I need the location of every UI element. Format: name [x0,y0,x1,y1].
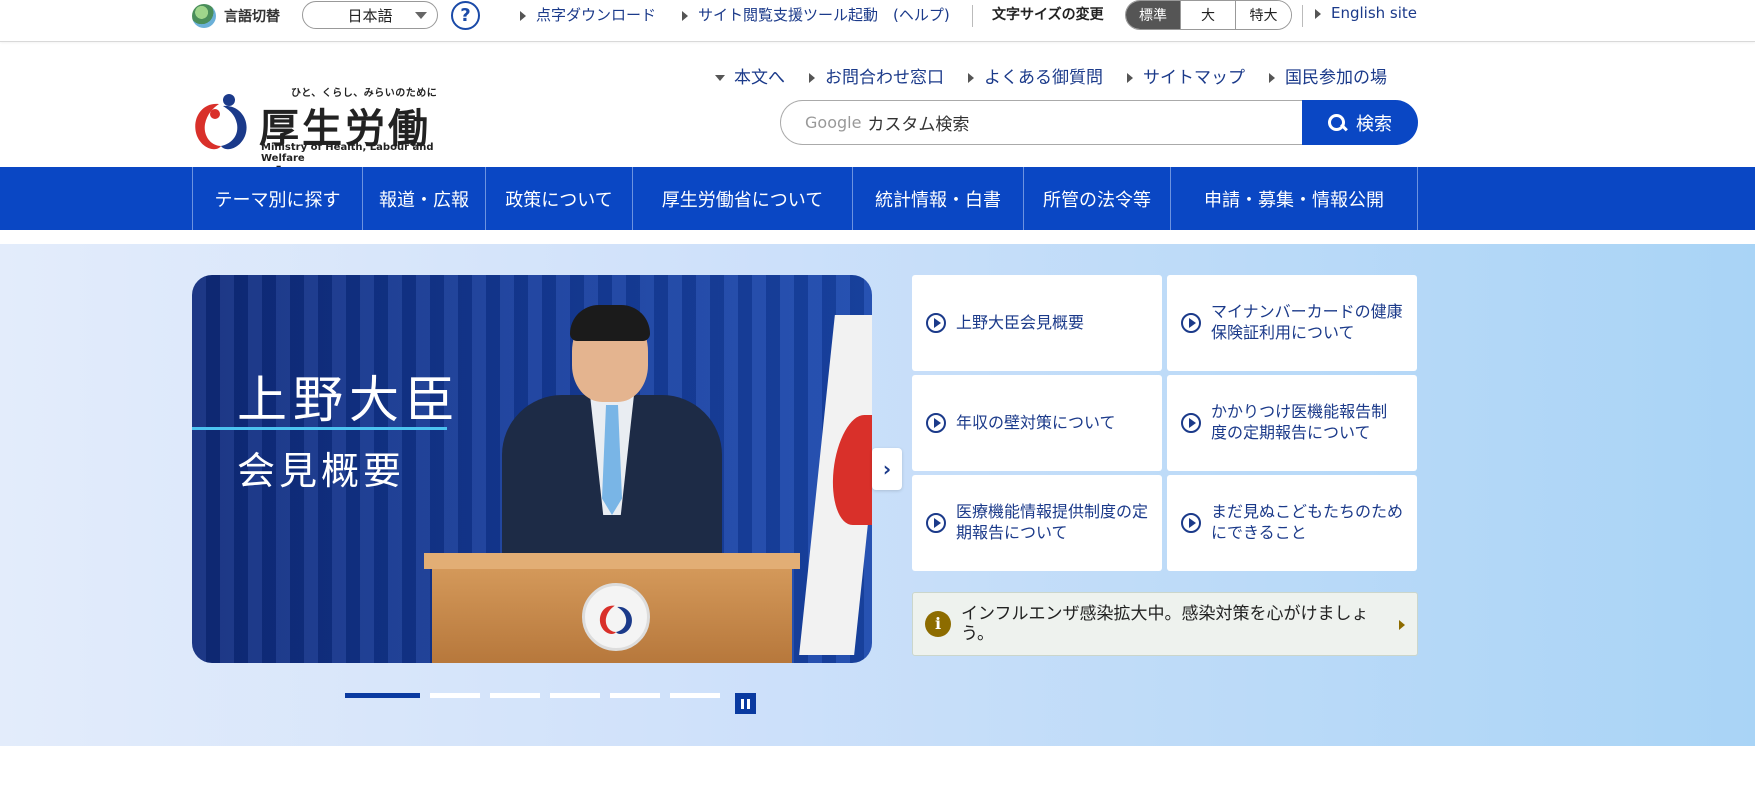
global-nav: テーマ別に探す 報道・広報 政策について 厚生労働省について 統計情報・白書 所… [0,167,1755,230]
tile-mynumber-insurance[interactable]: マイナンバーカードの健康保険証利用について [1167,275,1417,371]
text-size-standard-button[interactable]: 標準 [1126,1,1181,29]
help-button[interactable]: ? [451,1,480,30]
carousel-next-button[interactable]: › [872,448,902,490]
site-logo[interactable]: ひと、くらし、みらいのために 厚生労働省 Ministry of Health,… [191,82,451,210]
google-label: Google [805,113,862,132]
influenza-notice[interactable]: i インフルエンザ感染拡大中。感染対策を心がけましょう。 [912,592,1418,656]
search-button[interactable]: 検索 [1302,100,1418,145]
carousel-banner[interactable]: 上野大臣 会見概要 [192,275,872,663]
banner-subtitle: 会見概要 [237,449,406,493]
carousel-dot[interactable] [345,693,420,698]
mhlw-seal-icon [582,583,650,651]
triangle-right-icon [1315,8,1321,19]
carousel-indicators [345,693,720,698]
triangle-right-icon [1399,620,1405,630]
chevron-down-icon [415,12,427,19]
carousel-dot[interactable] [670,693,720,698]
faq-link[interactable]: よくある御質問 [968,63,1103,88]
chevron-right-icon: › [882,457,892,481]
globe-icon [192,4,216,28]
triangle-right-icon [809,73,815,83]
nav-item-applications[interactable]: 申請・募集・情報公開 [1171,167,1418,230]
sitemap-link[interactable]: サイトマップ [1127,63,1245,88]
triangle-right-icon [1269,73,1275,83]
language-label: 言語切替 [192,4,280,28]
feature-tiles: 上野大臣会見概要 マイナンバーカードの健康保険証利用について 年収の壁対策につい… [912,275,1418,572]
nav-item-about[interactable]: 厚生労働省について [633,167,853,230]
participation-link[interactable]: 国民参加の場 [1269,63,1387,88]
podium [424,553,800,663]
carousel-dot[interactable] [430,693,480,698]
nav-item-policy[interactable]: 政策について [486,167,633,230]
tile-income-wall[interactable]: 年収の壁対策について [912,375,1162,471]
text-size-xlarge-button[interactable]: 特大 [1236,1,1291,29]
search-form: Google カスタム検索 検索 [780,100,1418,145]
contact-link[interactable]: お問合わせ窓口 [809,63,944,88]
tile-future-children[interactable]: まだ見ぬこどもたちのためにできること [1167,475,1417,571]
pause-icon [741,698,744,709]
triangle-right-icon [968,73,974,83]
tile-family-doctor-report[interactable]: かかりつけ医機能報告制度の定期報告について [1167,375,1417,471]
header-links: 本文へ お問合わせ窓口 よくある御質問 サイトマップ 国民参加の場 [715,63,1387,88]
play-circle-icon [1181,313,1201,333]
play-circle-icon [1181,413,1201,433]
play-circle-icon [926,313,946,333]
carousel-dot[interactable] [490,693,540,698]
search-icon [1328,113,1346,132]
triangle-right-icon [1127,73,1133,83]
text-size-label: 文字サイズの変更 [992,7,1104,23]
logo-english: Ministry of Health, Labour and Welfare [261,142,434,164]
play-circle-icon [1181,513,1201,533]
carousel-dot[interactable] [550,693,600,698]
search-input[interactable]: Google カスタム検索 [780,100,1304,145]
accessibility-tool-link[interactable]: サイト閲覧支援ツール起動 (ヘルプ) [682,4,950,25]
nav-item-laws[interactable]: 所管の法令等 [1024,167,1171,230]
play-circle-icon [926,413,946,433]
divider [972,5,973,27]
triangle-right-icon [682,10,689,21]
utility-bar: 言語切替 日本語 ? 点字ダウンロード サイト閲覧支援ツール起動 (ヘルプ) 文… [0,0,1755,42]
page: 言語切替 日本語 ? 点字ダウンロード サイト閲覧支援ツール起動 (ヘルプ) 文… [0,0,1755,787]
search-placeholder: カスタム検索 [867,115,970,135]
mhlw-logo-mark-icon [195,94,247,150]
triangle-right-icon [520,10,526,21]
text-size-large-button[interactable]: 大 [1181,1,1236,29]
carousel-dot[interactable] [610,693,660,698]
carousel-pause-button[interactable] [735,693,756,714]
triangle-down-icon [715,75,725,81]
tile-minister-press[interactable]: 上野大臣会見概要 [912,275,1162,371]
text-size-switcher: 標準 大 特大 [1125,0,1292,30]
braille-download-link[interactable]: 点字ダウンロード [520,4,656,25]
tile-medical-info[interactable]: 医療機能情報提供制度の定期報告について [912,475,1162,571]
language-select[interactable]: 日本語 [302,1,438,29]
nav-item-theme[interactable]: テーマ別に探す [193,167,363,230]
info-icon: i [925,611,951,637]
banner-rule [192,427,447,430]
utility-links: 点字ダウンロード サイト閲覧支援ツール起動 (ヘルプ) [520,4,950,25]
nav-item-press[interactable]: 報道・広報 [363,167,486,230]
nav-item-statistics[interactable]: 統計情報・白書 [853,167,1024,230]
divider [1302,5,1303,27]
play-circle-icon [926,513,946,533]
skip-to-content-link[interactable]: 本文へ [715,63,785,88]
english-site-link[interactable]: English site [1315,4,1417,22]
banner-title: 上野大臣 [237,371,461,429]
